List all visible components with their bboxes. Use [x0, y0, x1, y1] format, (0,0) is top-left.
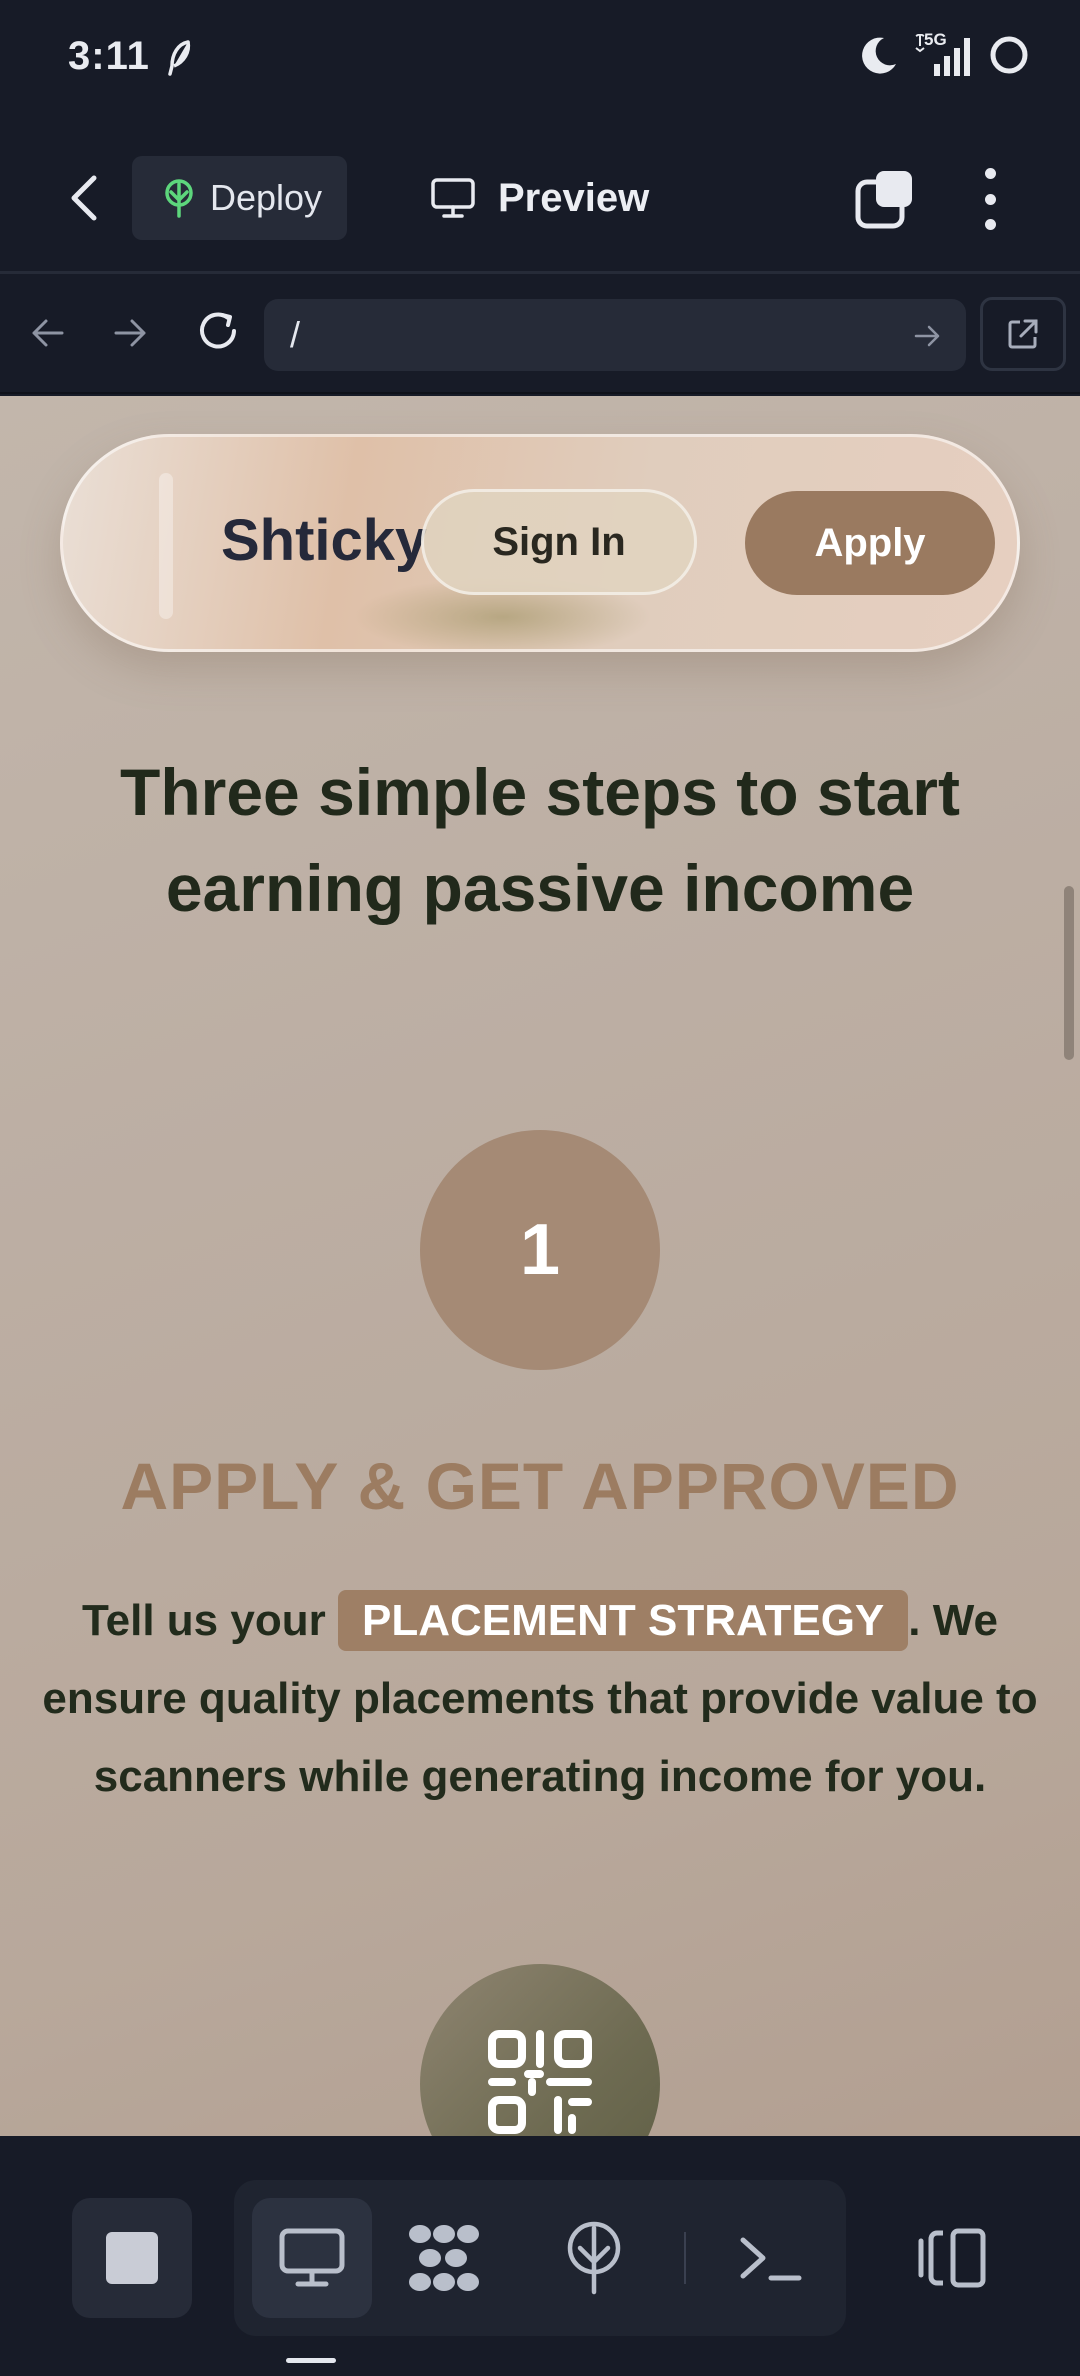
- extensions-icon: [409, 2225, 479, 2291]
- qr-code-icon: [488, 2030, 592, 2134]
- home-indicator: [286, 2358, 336, 2363]
- deploy-tab[interactable]: Deploy: [132, 156, 347, 240]
- reload-icon[interactable]: [194, 307, 242, 355]
- nav-forward-icon[interactable]: [110, 313, 150, 353]
- layout-toggle-button[interactable]: [892, 2198, 1012, 2318]
- step-highlight: PLACEMENT STRATEGY: [337, 1590, 909, 1651]
- kebab-menu-icon[interactable]: [974, 168, 1006, 230]
- section-headline: Three simple steps to start earning pass…: [120, 755, 960, 925]
- deploy-icon: [567, 2221, 621, 2295]
- url-input[interactable]: /: [264, 299, 966, 371]
- web-preview[interactable]: Shticky Sign In Apply Three simple steps…: [0, 396, 1080, 2136]
- ring-icon: [990, 36, 1028, 74]
- extensions-tool-button[interactable]: [384, 2198, 504, 2318]
- preview-label: Preview: [498, 175, 650, 220]
- preview-tab[interactable]: Preview: [430, 156, 649, 240]
- app-toolbar: Deploy Preview: [0, 118, 1080, 274]
- step-body-prefix: Tell us your: [82, 1596, 326, 1645]
- back-arrow-icon[interactable]: [62, 170, 106, 226]
- external-link-icon: [1008, 319, 1038, 349]
- sign-in-button[interactable]: Sign In: [421, 489, 697, 595]
- step-number-badge: 1: [420, 1130, 660, 1370]
- bottom-dock: [0, 2136, 1080, 2376]
- deploy-label: Deploy: [210, 177, 323, 218]
- tool-group: [234, 2180, 846, 2336]
- step-icon-badge: [420, 1964, 660, 2136]
- terminal-tool-button[interactable]: [710, 2198, 830, 2318]
- go-arrow-icon[interactable]: [912, 321, 942, 351]
- deploy-tool-button[interactable]: [534, 2198, 654, 2318]
- deploy-tree-icon: [165, 179, 193, 218]
- monitor-icon: [431, 178, 475, 218]
- stop-button[interactable]: [72, 2198, 192, 2318]
- url-text: /: [290, 314, 301, 355]
- url-toolbar: /: [0, 277, 1080, 394]
- stop-icon: [106, 2232, 158, 2284]
- desktop-icon: [279, 2228, 345, 2287]
- layout-icon: [918, 2228, 986, 2288]
- step-title: APPLY & GET APPROVED: [120, 1449, 960, 1523]
- nav-back-icon[interactable]: [28, 313, 68, 353]
- signal-icon: 5G: [912, 30, 976, 76]
- moon-icon: [862, 37, 896, 74]
- open-external-button[interactable]: [980, 297, 1066, 371]
- terminal-icon: [740, 2237, 802, 2281]
- multi-window-icon[interactable]: [854, 168, 916, 230]
- site-navbar: Shticky Sign In Apply: [60, 434, 1020, 652]
- status-time: 3:11: [68, 34, 150, 78]
- feather-icon: [168, 40, 191, 76]
- step-description: Tell us your PLACEMENT STRATEGY. We ensu…: [40, 1582, 1040, 1816]
- brand-logo[interactable]: Shticky: [221, 507, 427, 574]
- scrollbar-thumb[interactable]: [1064, 886, 1074, 1060]
- desktop-tool-button[interactable]: [252, 2198, 372, 2318]
- apply-button[interactable]: Apply: [745, 491, 995, 595]
- status-bar: 3:11 5G: [0, 0, 1080, 118]
- nav-handle: [159, 473, 173, 619]
- status-icons: 5G: [858, 30, 1030, 76]
